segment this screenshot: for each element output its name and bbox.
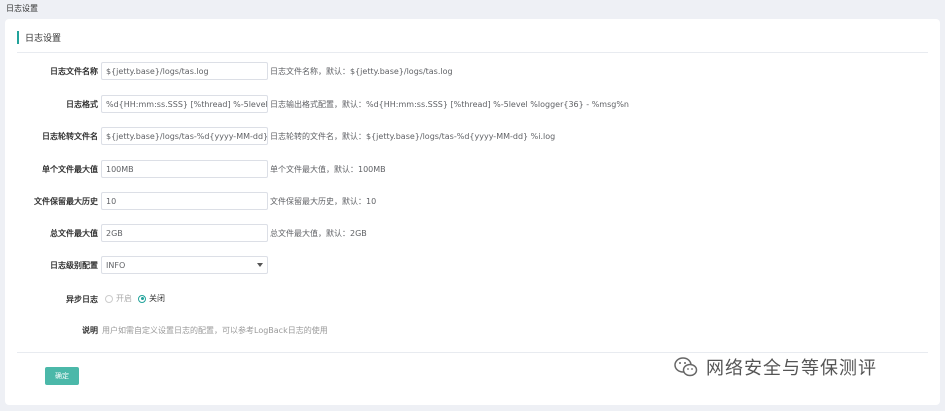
rotation-filename-input[interactable]: ${jetty.base}/logs/tas-%d{yyyy-MM-dd} %i… <box>101 127 268 145</box>
field-row-rotation-filename: 日志轮转文件名 ${jetty.base}/logs/tas-%d{yyyy-M… <box>5 127 940 145</box>
field-label: 单个文件最大值 <box>42 165 98 174</box>
max-file-size-input[interactable]: 100MB <box>101 160 268 178</box>
field-row-async: 异步日志 开启 关闭 <box>5 290 940 308</box>
field-row-total-size: 总文件最大值 2GB 总文件最大值，默认：2GB <box>5 224 940 242</box>
radio-label: 关闭 <box>149 294 165 303</box>
accent-bar <box>17 31 19 44</box>
field-label: 说明 <box>82 326 98 335</box>
watermark-text: 网络安全与等保测评 <box>706 358 877 379</box>
field-row-log-filename: 日志文件名称 ${jetty.base}/logs/tas.log 日志文件名称… <box>5 62 940 80</box>
field-label: 日志级别配置 <box>50 261 98 270</box>
field-hint: 文件保留最大历史，默认：10 <box>270 197 377 206</box>
log-settings-panel: 日志设置 日志文件名称 ${jetty.base}/logs/tas.log 日… <box>5 19 940 405</box>
field-hint: 总文件最大值，默认：2GB <box>270 229 367 238</box>
total-size-input[interactable]: 2GB <box>101 224 268 242</box>
log-level-select[interactable]: INFO <box>101 256 268 274</box>
field-hint: 日志输出格式配置，默认：%d{HH:mm:ss.SSS} [%thread] %… <box>270 100 630 109</box>
wechat-icon <box>674 357 698 377</box>
description-text: 用户如需自定义设置日志的配置，可以参考LogBack日志的使用 <box>102 326 328 335</box>
chevron-down-icon <box>257 263 263 267</box>
breadcrumb: 日志设置 <box>6 4 38 13</box>
field-label: 日志轮转文件名 <box>42 132 98 141</box>
panel-title: 日志设置 <box>25 34 62 44</box>
max-history-input[interactable]: 10 <box>101 192 268 210</box>
log-filename-input[interactable]: ${jetty.base}/logs/tas.log <box>101 62 268 80</box>
field-row-log-level: 日志级别配置 INFO <box>5 256 940 274</box>
log-level-value: INFO <box>106 261 126 270</box>
field-hint: 日志轮转的文件名，默认：${jetty.base}/logs/tas-%d{yy… <box>270 132 556 141</box>
confirm-button[interactable]: 确定 <box>45 367 79 385</box>
field-hint: 日志文件名称，默认：${jetty.base}/logs/tas.log <box>270 67 453 76</box>
async-radio-on[interactable]: 开启 <box>105 293 132 304</box>
log-format-input[interactable]: %d{HH:mm:ss.SSS} [%thread] %-5level %log… <box>101 95 268 113</box>
radio-dot <box>105 294 113 303</box>
field-label: 日志文件名称 <box>50 67 98 76</box>
field-row-description: 说明 用户如需自定义设置日志的配置，可以参考LogBack日志的使用 <box>5 321 940 339</box>
field-label: 日志格式 <box>66 100 98 109</box>
field-row-max-file-size: 单个文件最大值 100MB 单个文件最大值，默认：100MB <box>5 160 940 178</box>
watermark: 网络安全与等保测评 <box>674 354 877 380</box>
field-hint: 单个文件最大值，默认：100MB <box>270 165 386 174</box>
field-label: 异步日志 <box>66 295 98 304</box>
field-label: 文件保留最大历史 <box>34 197 98 206</box>
field-row-max-history: 文件保留最大历史 10 文件保留最大历史，默认：10 <box>5 192 940 210</box>
async-radio-group: 开启 关闭 <box>105 293 165 304</box>
async-radio-off[interactable]: 关闭 <box>138 293 165 304</box>
divider <box>17 352 928 353</box>
radio-label: 开启 <box>116 294 132 303</box>
panel-header: 日志设置 <box>17 30 928 53</box>
radio-dot <box>138 294 146 303</box>
field-row-log-format: 日志格式 %d{HH:mm:ss.SSS} [%thread] %-5level… <box>5 95 940 113</box>
field-label: 总文件最大值 <box>50 229 98 238</box>
